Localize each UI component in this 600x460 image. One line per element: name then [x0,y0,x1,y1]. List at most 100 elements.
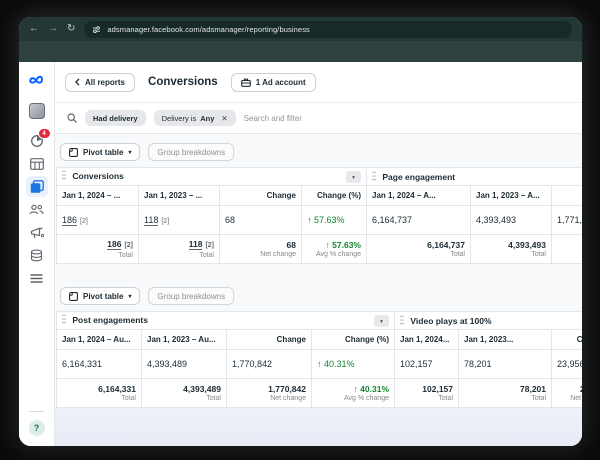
group-caret-button[interactable]: ▾ [374,315,390,327]
browser-window: ← → ↻ adsmanager.facebook.com/adsmanager… [19,17,582,446]
browser-chrome-strip [19,41,582,62]
total-cell-positive: ↑ 40.31% Avg % change [310,378,396,408]
page-title: Conversions [148,76,218,88]
report-canvas: Pivot table ▾ Group breakdowns Conversio… [55,134,582,446]
column-header[interactable]: Jan 1, 2024... [394,329,460,350]
chevron-down-icon: ▾ [128,149,132,156]
column-header[interactable]: Change (%) [301,185,367,206]
data-cell-positive: ↑ 40.31% [310,349,396,379]
pivot-table-icon [69,147,78,157]
chevron-down-icon: ▾ [128,293,132,300]
total-cell: 102,157 Total [394,378,460,408]
column-header[interactable]: Change [219,185,302,206]
sidebar: 4 ? [19,62,55,446]
data-cell-positive: ↑ 57.63% [301,205,367,235]
chip-close-icon[interactable]: ✕ [221,114,227,123]
column-header[interactable]: Jan 1, 2024 – ... [56,185,139,206]
column-header[interactable]: Change [226,329,312,350]
column-header[interactable]: Jan 1, 2023 – Au... [141,329,227,350]
column-header[interactable]: Jan 1, 2024 – Au... [56,329,142,350]
total-cell: 78,201 Total [458,378,553,408]
data-cell: 23,956 [551,349,582,379]
site-info-icon[interactable] [92,25,101,34]
total-cell: 6,164,737 Total [366,234,471,264]
all-reports-button[interactable]: All reports [65,72,136,92]
data-cell: 1,770,842 [226,349,312,379]
chevron-left-icon [75,78,80,86]
total-cell: 6,164,331 Total [56,378,142,408]
data-cell: 1,771,2 [551,205,582,235]
metric-value-link[interactable]: 186 [62,215,78,226]
conversions-table: Conversions ▾ Page engagement Jan 1, 202… [56,167,582,264]
back-icon[interactable]: ← [29,24,39,34]
data-cell: 102,157 [394,349,460,379]
help-button[interactable]: ? [28,420,45,436]
total-cell: 68 Net change [219,234,302,264]
metric-value-link[interactable]: 118 [144,215,159,226]
business-account-avatar[interactable] [26,100,48,121]
post-engagements-table: Post engagements ▾ Video plays at 100% J… [55,311,582,408]
filter-chip-delivery[interactable]: Delivery is Any ✕ [153,110,236,126]
pivot-table-dropdown[interactable]: Pivot table ▾ [60,287,141,305]
page-header: All reports Conversions 1 Ad account [55,62,582,102]
sidebar-divider [29,411,44,412]
data-cell: 78,201 [458,349,553,379]
billing-icon[interactable] [26,245,48,266]
metric-group-header: Video plays at 100% [394,311,582,330]
total-cell-positive: ↑ 57.63% Avg % change [301,234,367,264]
ads-reporting-icon[interactable] [25,176,48,197]
data-cell: 118 [2] [138,205,220,235]
total-cell: 23,956Net change [551,378,582,408]
search-filter-bar[interactable]: Had delivery Delivery is Any ✕ Search an… [55,102,582,134]
data-cell: 4,393,489 [141,349,227,379]
total-cell: 4,393,493 Total [470,234,552,264]
data-cell: 186 [2] [56,205,139,235]
drag-handle-icon[interactable] [372,171,376,181]
drag-handle-icon[interactable] [62,170,66,180]
drag-handle-icon[interactable] [400,315,404,325]
advertise-icon[interactable] [26,222,48,243]
screenshot-stage: ← → ↻ adsmanager.facebook.com/adsmanager… [0,0,600,460]
browser-toolbar: ← → ↻ adsmanager.facebook.com/adsmanager… [19,17,582,41]
column-header[interactable]: Jan 1, 2023... [458,329,553,350]
url-bar[interactable]: adsmanager.facebook.com/adsmanager/repor… [84,20,572,38]
briefcase-icon [240,78,251,87]
total-cell [551,234,582,264]
pivot-table-icon [69,291,78,301]
data-cell: 6,164,331 [56,349,142,379]
total-cell: 186 [2] Total [56,234,139,264]
column-header[interactable]: Change (%) [310,329,396,350]
pivot-table-dropdown[interactable]: Pivot table ▾ [60,143,141,161]
pivot-controls-2: Pivot table ▾ Group breakdowns [60,287,582,305]
all-tools-icon[interactable] [26,268,48,289]
total-cell: 118 [2] Total [138,234,220,264]
ad-account-button[interactable]: 1 Ad account [230,72,316,92]
meta-logo[interactable] [26,68,48,90]
drag-handle-icon[interactable] [62,314,66,324]
group-breakdowns-button[interactable]: Group breakdowns [148,143,235,161]
group-breakdowns-button[interactable]: Group breakdowns [148,287,235,305]
forward-icon[interactable]: → [48,24,58,34]
column-header[interactable]: Change [551,329,582,350]
search-icon [67,113,77,123]
campaigns-icon[interactable] [26,153,48,174]
canvas-footer [55,408,582,446]
reload-icon[interactable]: ↻ [67,24,75,34]
metric-group-header: Page engagement [366,167,582,186]
metric-value-link[interactable]: 186 [107,238,122,250]
total-cell: 4,393,489 Total [141,378,227,408]
metric-value-link[interactable]: 118 [188,238,203,250]
filter-chip-had-delivery[interactable]: Had delivery [85,110,146,126]
column-header[interactable]: Jan 1, 2023 – ... [138,185,220,206]
column-header[interactable] [551,185,582,206]
data-cell: 68 [219,205,302,235]
metric-group-header: Conversions ▾ [56,167,367,186]
group-caret-button[interactable]: ▾ [346,171,361,183]
column-header[interactable]: Jan 1, 2023 – A... [470,185,552,206]
data-cell: 4,393,493 [470,205,552,235]
search-placeholder: Search and filter [243,113,302,123]
column-header[interactable]: Jan 1, 2024 – A... [366,185,471,206]
account-overview-icon[interactable]: 4 [26,128,51,151]
data-cell: 6,164,737 [366,205,471,235]
audiences-icon[interactable] [26,199,48,220]
